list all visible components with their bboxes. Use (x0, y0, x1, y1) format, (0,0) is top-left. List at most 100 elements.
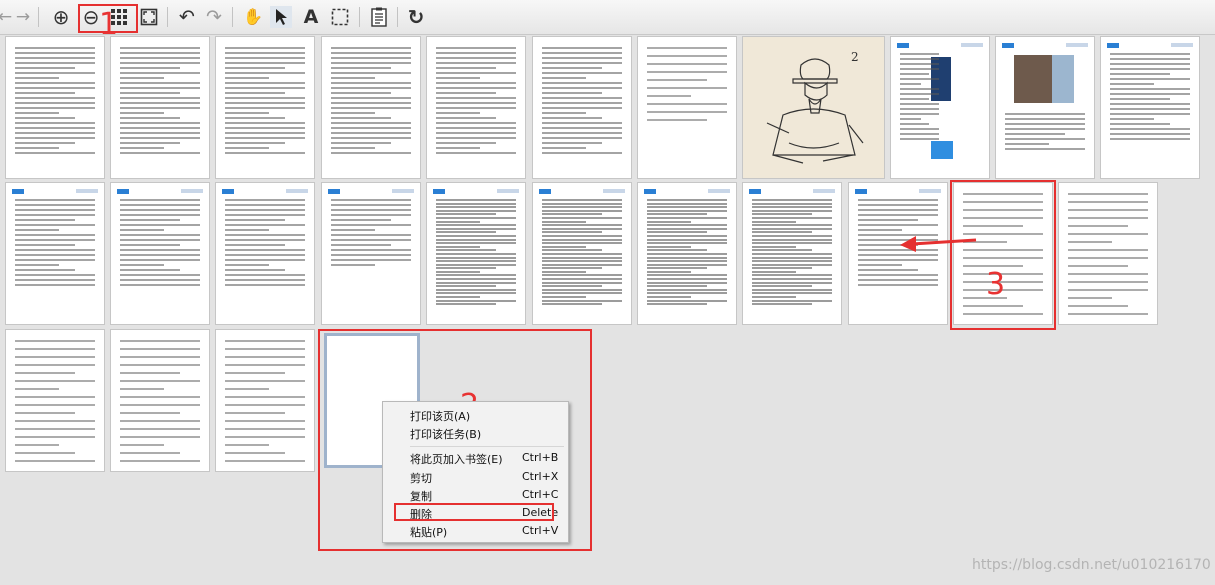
text-line (900, 78, 939, 80)
page-thumbnail[interactable] (637, 36, 737, 179)
text-line (15, 47, 95, 49)
text-line (1110, 53, 1190, 55)
text-line (120, 107, 200, 109)
text-line (900, 93, 939, 95)
svg-text:2: 2 (851, 50, 859, 64)
page-thumbnail[interactable] (532, 36, 632, 179)
page-thumbnail[interactable] (5, 182, 105, 325)
text-line (542, 220, 586, 223)
menu-item-copy[interactable]: 复制 Ctrl+C (383, 486, 568, 504)
text-line (225, 364, 305, 366)
page-thumbnail[interactable] (321, 182, 421, 325)
text-line (436, 245, 480, 248)
text-line (331, 57, 411, 59)
page-thumbnail[interactable] (637, 182, 737, 325)
menu-item-print-task[interactable]: 打印该任务(B) (383, 424, 568, 442)
marquee-select-icon[interactable] (329, 6, 351, 28)
text-line (225, 396, 305, 398)
text-line (331, 147, 375, 149)
refresh-icon[interactable]: ↻ (405, 6, 427, 28)
page-thumbnail[interactable] (215, 329, 315, 472)
text-line (15, 428, 95, 430)
text-line (331, 214, 411, 216)
text-line (120, 244, 180, 246)
page-thumbnail[interactable] (215, 182, 315, 325)
text-line (542, 227, 622, 230)
text-line (331, 209, 411, 211)
text-line (647, 224, 727, 227)
page-thumbnail[interactable] (110, 36, 210, 179)
text-line (542, 202, 622, 205)
text-line (225, 436, 305, 438)
text-line (331, 264, 375, 266)
page-thumbnail[interactable] (1100, 36, 1200, 179)
text-line (542, 303, 602, 306)
page-thumbnail[interactable] (110, 329, 210, 472)
text-line (331, 52, 411, 54)
select-arrow-icon[interactable] (270, 6, 292, 28)
text-line (436, 270, 480, 273)
text-line (542, 231, 602, 234)
text-line (331, 112, 375, 114)
page-thumbnail[interactable] (321, 36, 421, 179)
text-line (331, 254, 411, 256)
text-line (647, 213, 707, 216)
page-thumbnail[interactable] (215, 36, 315, 179)
menu-item-add-bookmark[interactable]: 将此页加入书签(E) Ctrl+B (383, 449, 568, 467)
text-line (120, 404, 200, 406)
text-line (436, 296, 480, 299)
text-line (436, 57, 516, 59)
text-line (647, 296, 691, 299)
menu-item-paste[interactable]: 粘贴(P) Ctrl+V (383, 522, 568, 540)
hand-tool-icon[interactable]: ✋ (242, 6, 264, 28)
text-line (225, 356, 305, 358)
text-line (858, 274, 938, 276)
text-line (752, 278, 832, 281)
page-thumbnail[interactable] (890, 36, 990, 179)
page-thumbnail[interactable] (532, 182, 632, 325)
text-line (225, 404, 305, 406)
text-tool-icon[interactable]: A (300, 6, 322, 28)
text-line (436, 72, 516, 74)
page-thumbnail-illustration[interactable]: 2 (742, 36, 885, 179)
undo-icon[interactable]: ↶ (176, 6, 198, 28)
text-line (647, 285, 707, 288)
text-line (1068, 313, 1148, 315)
text-line (225, 460, 305, 462)
text-line (436, 82, 516, 84)
text-line (436, 299, 516, 302)
text-line (858, 199, 938, 201)
fit-page-icon[interactable] (138, 6, 160, 28)
text-line (436, 199, 516, 201)
redo-icon[interactable]: ↷ (203, 6, 225, 28)
text-line (15, 279, 95, 281)
text-line (331, 97, 411, 99)
menu-item-print-page[interactable]: 打印该页(A) (383, 406, 568, 424)
text-line (436, 132, 516, 134)
page-thumbnail[interactable] (995, 36, 1095, 179)
text-line (15, 436, 95, 438)
page-thumbnail[interactable] (5, 36, 105, 179)
text-line (15, 62, 95, 64)
page-thumbnail[interactable] (1058, 182, 1158, 325)
text-line (225, 107, 305, 109)
page-thumbnail[interactable] (110, 182, 210, 325)
zoom-in-icon[interactable]: ⊕ (50, 6, 72, 28)
text-line (752, 288, 832, 291)
text-line (225, 102, 305, 104)
page-thumbnail[interactable] (742, 182, 842, 325)
text-line (225, 224, 305, 226)
text-line (15, 72, 95, 74)
document-properties-icon[interactable] (368, 6, 390, 28)
text-line (900, 138, 939, 140)
text-line (331, 244, 391, 246)
page-thumbnail[interactable] (5, 329, 105, 472)
page-thumbnail[interactable] (426, 36, 526, 179)
text-line (120, 127, 200, 129)
text-line (1110, 123, 1170, 125)
menu-item-cut[interactable]: 剪切 Ctrl+X (383, 468, 568, 486)
forward-arrow-icon[interactable]: → (12, 6, 34, 28)
text-line (900, 103, 939, 105)
text-line (225, 372, 285, 374)
page-thumbnail[interactable] (426, 182, 526, 325)
